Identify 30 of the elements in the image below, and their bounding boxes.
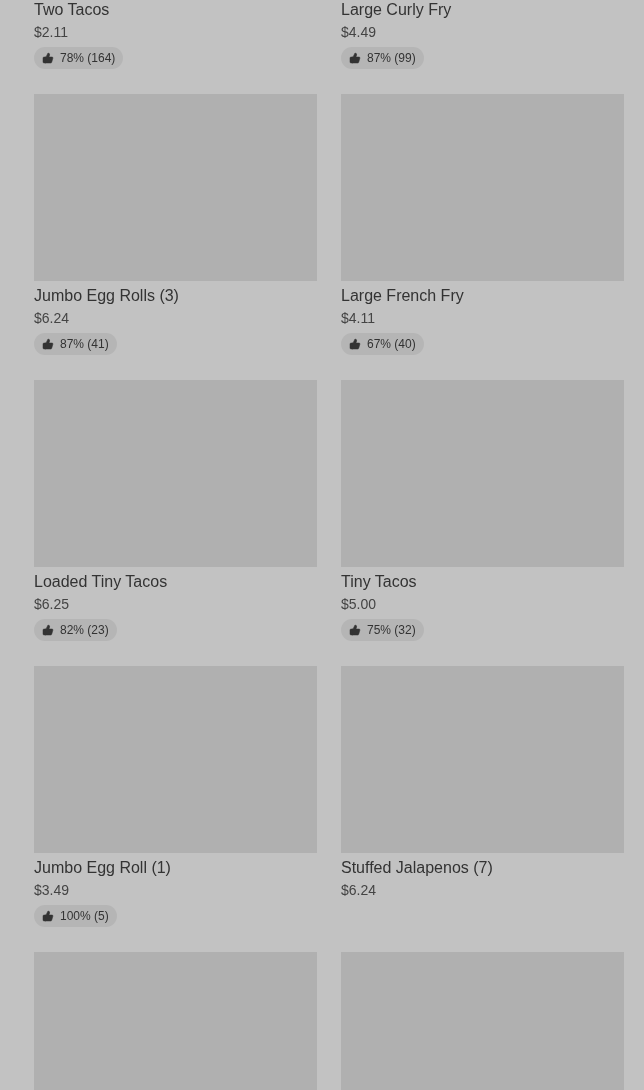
item-price: $5.00 bbox=[341, 596, 377, 612]
rating-text: 67% (40) bbox=[367, 336, 416, 353]
item-name: Large French Fry bbox=[341, 286, 464, 306]
rating-text: 87% (99) bbox=[367, 50, 416, 67]
thumbs-up-icon bbox=[349, 338, 361, 350]
item-name: Two Tacos bbox=[34, 0, 110, 20]
item-name: Jumbo Egg Rolls (3) bbox=[34, 286, 179, 306]
item-price: $4.11 bbox=[341, 310, 375, 326]
thumbs-up-icon bbox=[349, 52, 361, 64]
item-price: $6.24 bbox=[341, 882, 377, 898]
rating-text: 87% (41) bbox=[60, 336, 109, 353]
thumbs-up-icon bbox=[42, 624, 54, 636]
item-name: Large Curly Fry bbox=[341, 0, 452, 20]
item-price: $2.11 bbox=[34, 24, 68, 40]
item-price: $4.49 bbox=[341, 24, 377, 40]
item-name: Stuffed Jalapenos (7) bbox=[341, 858, 493, 878]
rating-text: 75% (32) bbox=[367, 622, 416, 639]
item-name: Tiny Tacos bbox=[341, 572, 417, 592]
thumbs-up-icon bbox=[42, 338, 54, 350]
rating-text: 78% (164) bbox=[60, 50, 116, 67]
item-price: $3.49 bbox=[34, 882, 70, 898]
item-price: $6.25 bbox=[34, 596, 70, 612]
thumbs-up-icon bbox=[42, 910, 54, 922]
thumbs-up-icon bbox=[42, 52, 54, 64]
rating-text: 100% (5) bbox=[60, 908, 109, 925]
item-price: $6.24 bbox=[34, 310, 70, 326]
thumbs-up-icon bbox=[349, 624, 361, 636]
rating-text: 82% (23) bbox=[60, 622, 109, 639]
item-name: Jumbo Egg Roll (1) bbox=[34, 858, 171, 878]
item-name: Loaded Tiny Tacos bbox=[34, 572, 168, 592]
